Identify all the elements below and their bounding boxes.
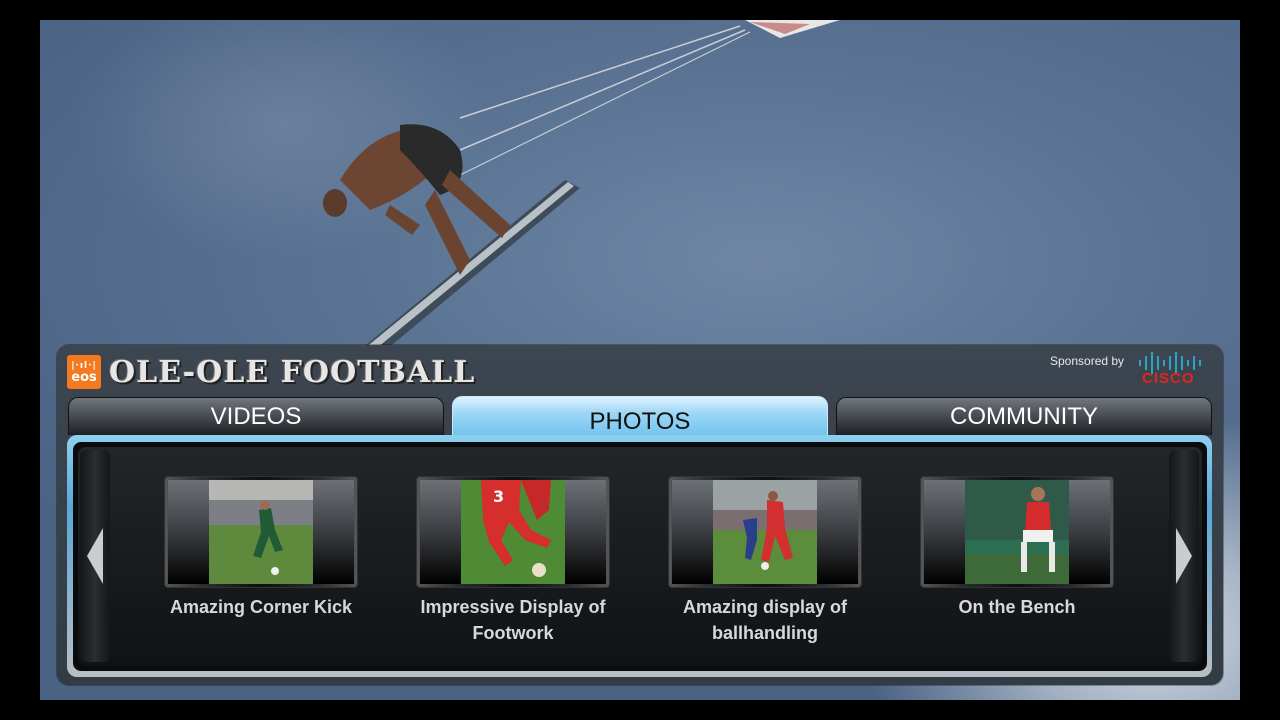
photo-thumbnail [920, 476, 1114, 588]
tab-community[interactable]: COMMUNITY [836, 397, 1212, 435]
photo-item[interactable]: Amazing display of ballhandling [668, 476, 862, 646]
channel-title: OLE-OLE FOOTBALL [109, 354, 476, 390]
scroll-left-button[interactable] [80, 450, 110, 662]
photo-caption: Amazing Corner Kick [169, 597, 353, 617]
tab-videos[interactable]: VIDEOS [68, 397, 444, 435]
chevron-right-icon [1176, 528, 1192, 584]
brand-header: |·ıl·| eos OLE-OLE FOOTBALL [67, 354, 475, 390]
photo-caption: On the Bench [958, 597, 1076, 617]
photo-caption: Amazing display of ballhandling [682, 597, 848, 643]
signal-bars-icon: |·ıl·| [71, 360, 97, 371]
photo-caption: Impressive Display of Footwork [420, 597, 606, 643]
photo-item[interactable]: 3 Impressive Display of Footwork [416, 476, 610, 646]
chevron-left-icon [87, 528, 103, 584]
corner-kick-photo [209, 480, 313, 584]
eos-logo-text: eos [71, 369, 97, 385]
photo-thumbnail [668, 476, 862, 588]
photo-item[interactable]: On the Bench [920, 476, 1114, 620]
footwork-photo: 3 [461, 480, 565, 584]
photo-thumbnail: 3 [416, 476, 610, 588]
sponsor-label: Sponsored by [1050, 354, 1125, 368]
scroll-right-button[interactable] [1169, 450, 1199, 662]
cisco-logo-text: CISCO [1142, 370, 1195, 387]
svg-text:3: 3 [493, 487, 504, 506]
bench-photo [965, 480, 1069, 584]
photo-thumbnail [164, 476, 358, 588]
photo-item[interactable]: Amazing Corner Kick [164, 476, 358, 620]
tab-photos[interactable]: PHOTOS [452, 396, 828, 440]
ballhandling-photo [713, 480, 817, 584]
eos-logo: |·ıl·| eos [67, 355, 101, 389]
